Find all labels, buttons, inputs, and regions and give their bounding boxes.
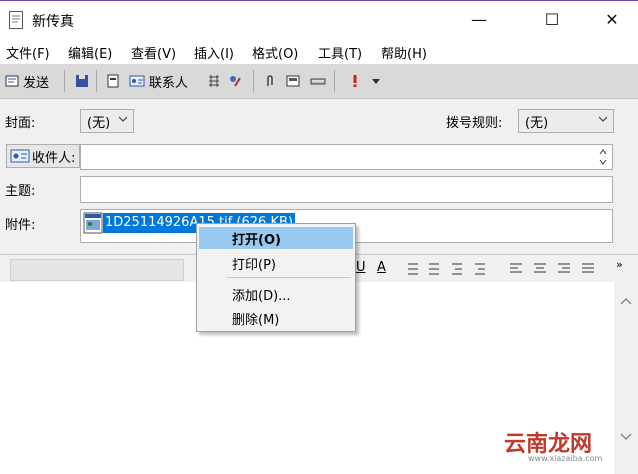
contact-card-icon [10, 149, 30, 163]
dial-rule-value: (无) [525, 115, 549, 131]
picture-icon [286, 75, 300, 87]
menu-format[interactable]: 格式(O) [252, 43, 298, 62]
ctx-delete[interactable]: 删除(M) [199, 307, 353, 329]
paperclip-icon [267, 75, 273, 86]
toolbar-divider [96, 70, 97, 92]
window-title: 新传真 [32, 14, 74, 30]
contacts-button[interactable]: 联系人 [129, 71, 188, 91]
ctx-add[interactable]: 添加(D)... [199, 283, 353, 305]
dial-rule-select[interactable]: (无) [518, 109, 614, 133]
cover-select[interactable]: (无) [80, 109, 134, 133]
chevron-down-icon [118, 116, 128, 122]
close-button[interactable]: ✕ [589, 1, 635, 38]
scan-button[interactable] [310, 71, 330, 91]
grid-icon [209, 75, 219, 87]
send-button[interactable]: 发送 [5, 71, 49, 91]
underline-button[interactable]: U [356, 260, 366, 275]
recipient-button[interactable]: 收件人: [6, 144, 80, 168]
save-icon [76, 75, 88, 87]
contacts-label: 联系人 [149, 75, 189, 91]
menu-view[interactable]: 查看(V) [131, 43, 176, 62]
font-color-button[interactable]: A [377, 260, 386, 275]
check-names-button[interactable] [228, 71, 246, 91]
subject-label: 主题: [5, 184, 36, 199]
watermark-logo: 云南龙网 www.xiazaiba.com [504, 426, 634, 466]
menu-edit[interactable]: 编辑(E) [68, 43, 112, 62]
chevron-down-icon [598, 116, 608, 122]
menu-insert[interactable]: 插入(I) [194, 43, 234, 62]
dial-rule-label: 拨号规则: [446, 116, 503, 131]
exclamation-icon [353, 75, 357, 87]
priority-button[interactable] [348, 71, 366, 91]
recipient-label: 收件人: [32, 150, 76, 166]
recipient-input[interactable] [80, 144, 613, 170]
attach-button[interactable] [263, 71, 281, 91]
scroll-up-icon[interactable] [620, 296, 632, 306]
scanner-icon [310, 78, 326, 85]
tif-file-icon [83, 212, 103, 234]
menu-tools[interactable]: 工具(T) [318, 43, 362, 62]
font-name-select[interactable] [10, 259, 184, 281]
attachment-label: 附件: [5, 218, 36, 233]
ctx-open[interactable]: 打开(O) [199, 227, 353, 249]
toolbar-divider [253, 70, 254, 92]
title-bar: 新传真 — ☐ ✕ [0, 0, 638, 38]
address-book-icon [107, 74, 119, 88]
maximize-button[interactable]: ☐ [529, 1, 575, 38]
ctx-separator [227, 277, 351, 278]
spin-arrows-icon[interactable] [598, 147, 608, 167]
priority-dropdown[interactable] [371, 71, 385, 91]
menu-help[interactable]: 帮助(H) [381, 43, 427, 62]
caret-down-icon [372, 79, 380, 84]
save-button[interactable] [75, 71, 93, 91]
toolbar: 发送 联系人 [0, 64, 638, 99]
subject-input[interactable] [80, 176, 613, 203]
address-book-button[interactable] [106, 71, 124, 91]
minimize-button[interactable]: — [456, 1, 502, 38]
alignment-icons[interactable] [507, 261, 607, 277]
overflow-chevron-icon[interactable]: » [616, 258, 623, 271]
list-indent-icons[interactable] [405, 261, 495, 277]
toolbar-divider [64, 70, 65, 92]
insert-picture-button[interactable] [286, 71, 304, 91]
fax-document-icon [9, 11, 23, 29]
contact-card-icon [129, 75, 145, 87]
ctx-print[interactable]: 打印(P) [199, 252, 353, 274]
cover-label: 封面: [5, 116, 36, 131]
toolbar-divider [334, 70, 335, 92]
menu-file[interactable]: 文件(F) [6, 43, 50, 62]
watermark-url: www.xiazaiba.com [528, 454, 603, 463]
menu-bar: 文件(F) 编辑(E) 查看(V) 插入(I) 格式(O) 工具(T) 帮助(H… [0, 38, 638, 64]
check-names-icon [230, 76, 241, 87]
cover-value: (无) [87, 115, 111, 131]
send-label: 发送 [23, 75, 50, 91]
send-fax-icon [5, 75, 19, 87]
attachment-context-menu: 打开(O) 打印(P) 添加(D)... 删除(M) [196, 223, 356, 332]
grid-button[interactable] [207, 71, 225, 91]
